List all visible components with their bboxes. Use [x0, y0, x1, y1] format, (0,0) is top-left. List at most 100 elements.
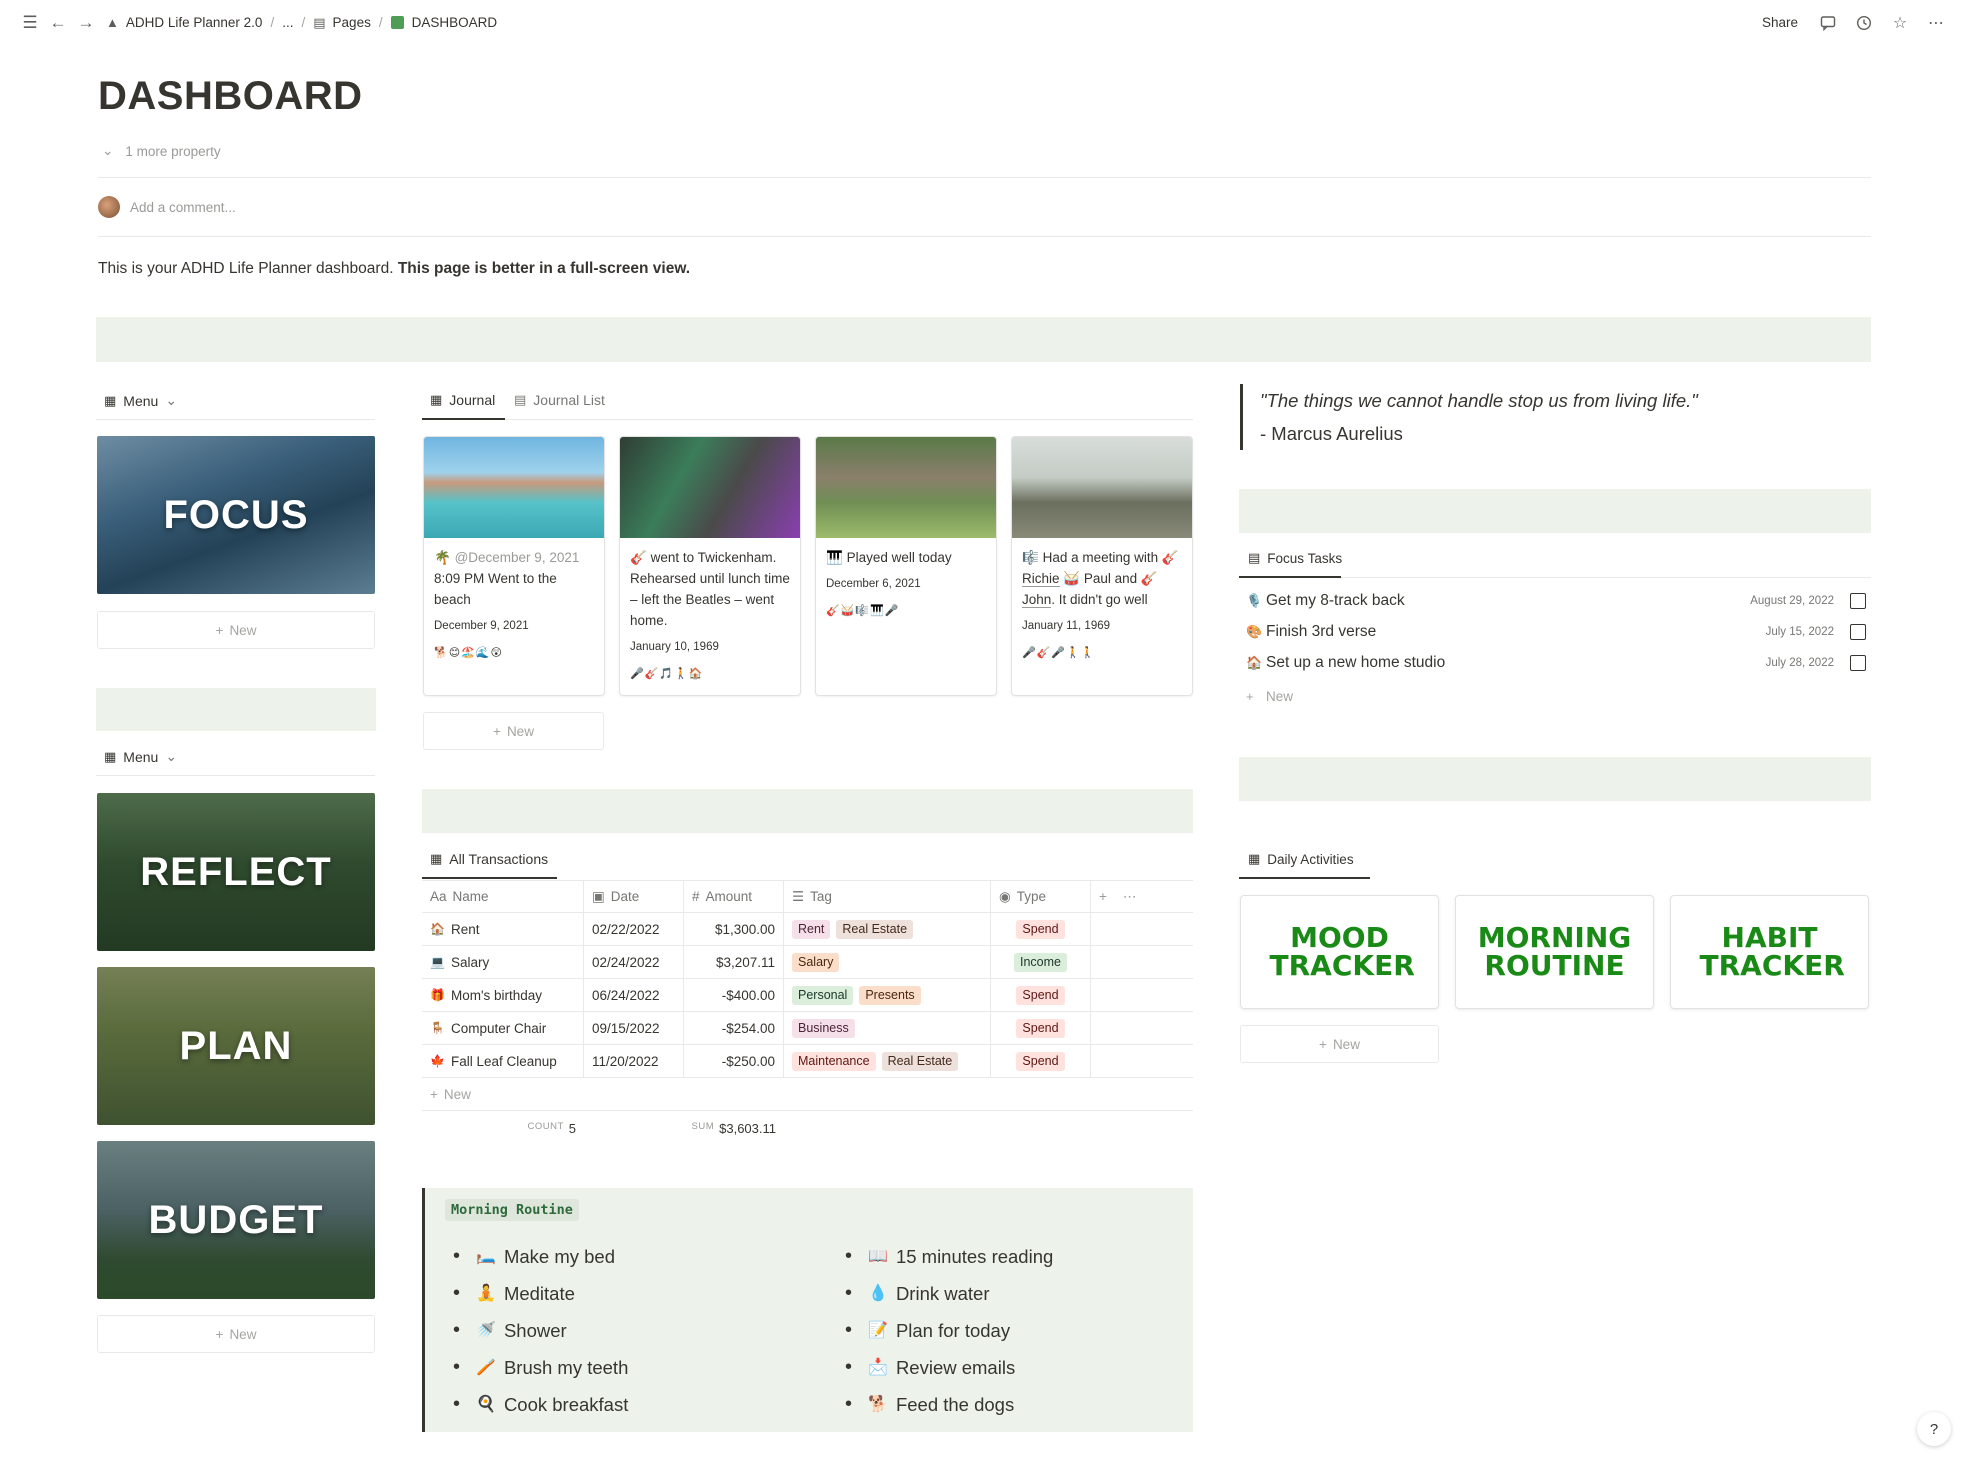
focus-card[interactable]: FOCUS [97, 436, 375, 594]
tag-pill[interactable]: Presents [859, 985, 921, 1005]
share-button[interactable]: Share [1762, 15, 1798, 30]
habit-tracker-card[interactable]: HABIT TRACKER [1670, 895, 1869, 1009]
mood-tracker-card[interactable]: MOOD TRACKER [1240, 895, 1439, 1009]
person-mention[interactable]: Richie [1022, 571, 1060, 587]
transaction-amount[interactable]: $3,207.11 [684, 946, 784, 978]
more-options-icon[interactable]: ⋯ [1924, 11, 1948, 35]
column-header-date[interactable]: ▣ Date [584, 881, 684, 912]
tag-pill[interactable]: Maintenance [792, 1051, 876, 1071]
new-menu-item-button[interactable]: + New [97, 611, 375, 649]
type-pill[interactable]: Spend [1016, 919, 1065, 939]
workspace-icon: ▲ [106, 15, 119, 30]
task-checkbox[interactable] [1850, 654, 1866, 671]
column-header-type[interactable]: ◉ Type [991, 881, 1091, 912]
task-date: August 29, 2022 [1750, 594, 1834, 607]
comments-icon[interactable] [1816, 11, 1840, 35]
comment-input[interactable]: Add a comment... [130, 200, 236, 215]
task-title[interactable]: Finish 3rd verse [1266, 623, 1376, 641]
help-button[interactable]: ? [1917, 1412, 1951, 1446]
tab-journal[interactable]: ▦ Journal [430, 392, 495, 408]
table-row[interactable]: 🎁 Mom's birthday 06/24/2022 -$400.00 Persona… [422, 979, 1193, 1012]
tab-focus-tasks[interactable]: ▤ Focus Tasks [1248, 550, 1342, 566]
journal-card[interactable]: 🌴 @December 9, 2021 8:09 PM Went to the … [423, 436, 605, 696]
forward-arrow-icon[interactable]: → [72, 9, 100, 37]
transaction-date[interactable]: 09/15/2022 [584, 1012, 684, 1044]
person-mention[interactable]: John [1022, 592, 1052, 608]
type-pill[interactable]: Income [1014, 952, 1067, 972]
transaction-amount[interactable]: -$254.00 [684, 1012, 784, 1044]
table-row[interactable]: 🍁 Fall Leaf Cleanup 11/20/2022 -$250.00 Main… [422, 1045, 1193, 1078]
task-title[interactable]: Set up a new home studio [1266, 654, 1445, 672]
row-icon: 🏠 [430, 922, 445, 936]
focus-task-item[interactable]: 🏠 Set up a new home studio July 28, 2022 [1240, 647, 1870, 678]
breadcrumb-current[interactable]: DASHBOARD [412, 15, 498, 30]
tag-pill[interactable]: Business [792, 1018, 855, 1038]
type-pill[interactable]: Spend [1016, 1018, 1065, 1038]
transaction-date[interactable]: 02/24/2022 [584, 946, 684, 978]
new-menu-item-button[interactable]: + New [97, 1315, 375, 1353]
task-title[interactable]: Get my 8-track back [1266, 592, 1405, 610]
new-journal-button[interactable]: + New [423, 712, 604, 750]
more-property-toggle[interactable]: ⌄ 1 more property [102, 143, 221, 159]
tag-pill[interactable]: Real Estate [881, 1051, 959, 1071]
journal-card[interactable]: 🎸 went to Twickenham. Rehearsed until lu… [619, 436, 801, 696]
top-bar: ☰ ← → ▲ ADHD Life Planner 2.0 / ... / ▤ … [0, 0, 1966, 45]
list-icon: ▤ [1248, 550, 1261, 565]
table-row[interactable]: 🪑 Computer Chair 09/15/2022 -$254.00 Busines… [422, 1012, 1193, 1045]
date-mention[interactable]: @December 9, 2021 [455, 550, 580, 565]
tag-pill[interactable]: Rent [792, 919, 831, 939]
person-mention[interactable]: Paul [1084, 571, 1111, 586]
transaction-name[interactable]: Salary [451, 955, 489, 970]
morning-routine-card[interactable]: MORNING ROUTINE [1455, 895, 1654, 1009]
tab-all-transactions[interactable]: ▦ All Transactions [430, 851, 548, 867]
history-icon[interactable] [1852, 11, 1876, 35]
budget-card[interactable]: BUDGET [97, 1141, 375, 1299]
transaction-name[interactable]: Mom's birthday [451, 988, 542, 1003]
journal-card[interactable]: 🎹 Played well today December 6, 2021 🎸🥁🎼… [815, 436, 997, 696]
more-options-icon[interactable]: ⋯ [1123, 889, 1137, 905]
tag-pill[interactable]: Salary [792, 952, 840, 972]
task-checkbox[interactable] [1850, 623, 1866, 640]
breadcrumb-workspace[interactable]: ADHD Life Planner 2.0 [126, 15, 263, 30]
transaction-date[interactable]: 06/24/2022 [584, 979, 684, 1011]
transaction-name[interactable]: Fall Leaf Cleanup [451, 1054, 557, 1069]
transaction-amount[interactable]: -$250.00 [684, 1045, 784, 1077]
gallery-icon: ▦ [104, 392, 117, 408]
focus-task-item[interactable]: 🎨 Finish 3rd verse July 15, 2022 [1240, 616, 1870, 647]
transaction-amount[interactable]: -$400.00 [684, 979, 784, 1011]
type-pill[interactable]: Spend [1016, 1051, 1065, 1071]
focus-task-item[interactable]: 🎙️ Get my 8-track back August 29, 2022 [1240, 585, 1870, 616]
column-header-amount[interactable]: # Amount [684, 881, 784, 912]
new-focus-task-button[interactable]: + New [1240, 681, 1870, 712]
plan-card[interactable]: PLAN [97, 967, 375, 1125]
back-arrow-icon[interactable]: ← [44, 9, 72, 37]
tab-journal-list[interactable]: ▤ Journal List [514, 392, 605, 408]
journal-card[interactable]: 🎼 Had a meeting with 🎸 Richie 🥁 Paul and… [1011, 436, 1193, 696]
comment-bar[interactable]: Add a comment... [98, 196, 236, 218]
reflect-card[interactable]: REFLECT [97, 793, 375, 951]
table-row[interactable]: 💻 Salary 02/24/2022 $3,207.11 Salary Income [422, 946, 1193, 979]
column-header-tag[interactable]: ☰ Tag [784, 881, 991, 912]
column-header-name[interactable]: Aa Name [422, 881, 584, 912]
add-column-icon[interactable]: + [1099, 889, 1107, 904]
new-transaction-button[interactable]: + New [422, 1078, 1193, 1111]
breadcrumb-ellipsis[interactable]: ... [282, 15, 293, 30]
table-row[interactable]: 🏠 Rent 02/22/2022 $1,300.00 Rent Real Estate S… [422, 913, 1193, 946]
breadcrumb-pages[interactable]: Pages [333, 15, 371, 30]
menu-tab[interactable]: ▦ Menu ⌄ [104, 392, 177, 409]
tag-pill[interactable]: Real Estate [836, 919, 914, 939]
transaction-amount[interactable]: $1,300.00 [684, 913, 784, 945]
transaction-name[interactable]: Rent [451, 922, 480, 937]
new-daily-activity-button[interactable]: + New [1240, 1025, 1439, 1063]
menu-icon[interactable]: ☰ [16, 9, 44, 37]
task-checkbox[interactable] [1850, 592, 1866, 609]
transaction-name[interactable]: Computer Chair [451, 1021, 546, 1036]
transaction-date[interactable]: 02/22/2022 [584, 913, 684, 945]
favorite-star-icon[interactable]: ☆ [1888, 11, 1912, 35]
tab-daily-activities[interactable]: ▦ Daily Activities [1248, 851, 1354, 867]
pages-icon: ▤ [313, 14, 326, 30]
menu-tab[interactable]: ▦ Menu ⌄ [104, 748, 177, 765]
type-pill[interactable]: Spend [1016, 985, 1065, 1005]
tag-pill[interactable]: Personal [792, 985, 854, 1005]
transaction-date[interactable]: 11/20/2022 [584, 1045, 684, 1077]
